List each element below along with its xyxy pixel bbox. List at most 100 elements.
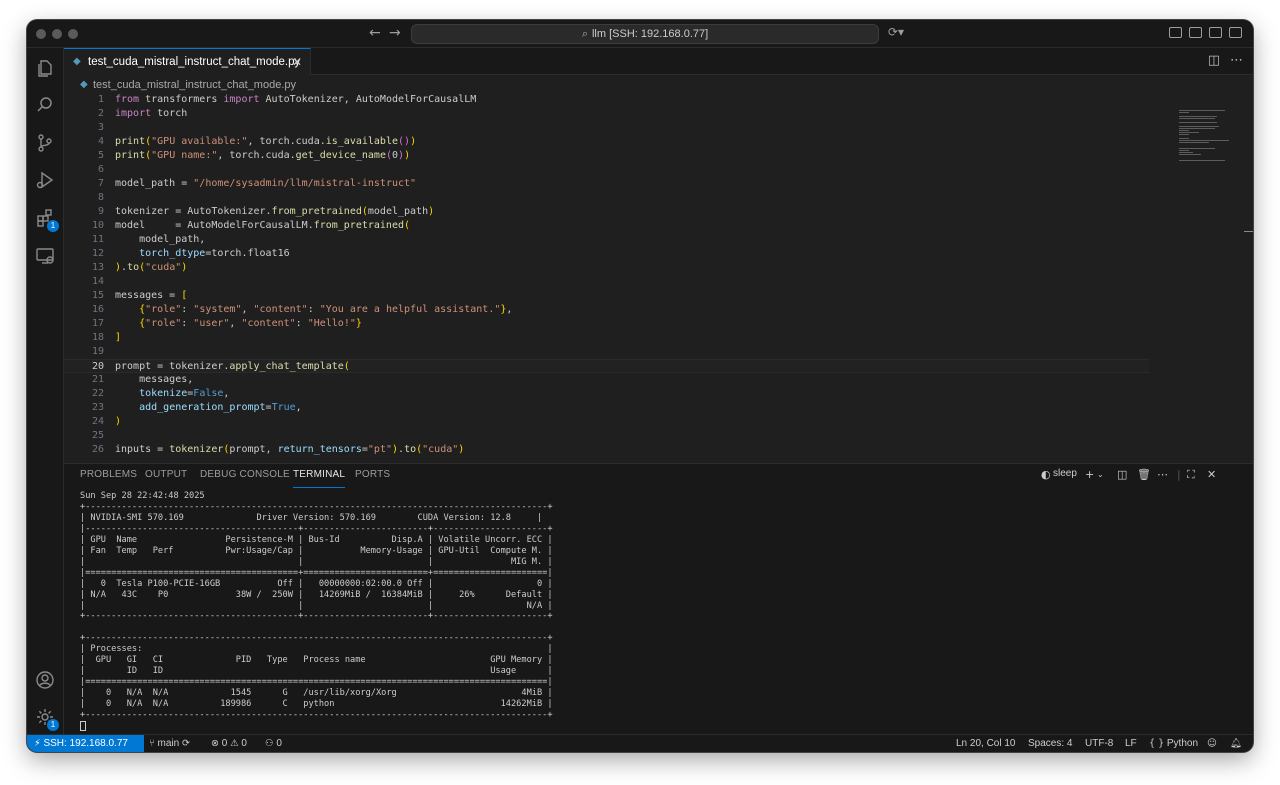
code-line[interactable]: 19 xyxy=(64,345,1149,359)
code-line[interactable]: 17 {"role": "user", "content": "Hello!"} xyxy=(64,317,1149,331)
terminal-name[interactable]: sleep xyxy=(1053,468,1077,479)
manage-gear-icon[interactable]: 1 xyxy=(35,707,59,731)
code-text: ).to("cuda") xyxy=(115,262,188,273)
more-actions-icon[interactable]: ⋯ xyxy=(1157,468,1168,481)
forward-arrow-icon[interactable]: → xyxy=(389,25,401,41)
language-mode[interactable]: { } Python xyxy=(1149,735,1198,752)
terminal-line: +---------------------------------------… xyxy=(80,611,553,622)
branch-indicator[interactable]: ⑂ main ⟳ xyxy=(149,735,190,752)
tab-problems[interactable]: PROBLEMS xyxy=(80,468,137,488)
code-line[interactable]: 11 model_path, xyxy=(64,233,1149,247)
code-line[interactable]: 3 xyxy=(64,121,1149,135)
minimize-window-button[interactable] xyxy=(52,29,62,39)
new-terminal-icon[interactable]: + xyxy=(1085,468,1094,481)
sync-icon[interactable]: ⟳ xyxy=(182,738,190,749)
code-line[interactable]: 5 print("GPU name:", torch.cuda.get_devic… xyxy=(64,149,1149,163)
tab-terminal[interactable]: TERMINAL xyxy=(293,468,346,488)
encoding[interactable]: UTF-8 xyxy=(1085,735,1113,752)
breadcrumb-file[interactable]: test_cuda_mistral_instruct_chat_mode.py xyxy=(93,79,296,91)
close-tab-icon[interactable]: ✕ xyxy=(292,49,302,75)
explorer-icon[interactable] xyxy=(35,58,55,78)
code-line[interactable]: 6 xyxy=(64,163,1149,177)
extensions-badge: 1 xyxy=(47,220,59,232)
maximize-panel-icon[interactable]: ⛶ xyxy=(1187,468,1195,482)
end-of-line[interactable]: LF xyxy=(1125,735,1137,752)
code-line[interactable]: 7 model_path = "/home/sysadmin/llm/mistra… xyxy=(64,177,1149,191)
remote-indicator[interactable]: ⚡ SSH: 192.168.0.77 xyxy=(27,735,144,752)
code-line[interactable]: 12 torch_dtype=torch.float16 xyxy=(64,247,1149,261)
split-editor-icon[interactable]: ◫ xyxy=(1208,53,1220,68)
settings-badge: 1 xyxy=(47,719,59,731)
trash-icon[interactable]: 🗑 xyxy=(1137,468,1151,481)
toggle-panel-icon[interactable] xyxy=(1209,27,1222,38)
breadcrumb[interactable]: ◆ test_cuda_mistral_instruct_chat_mode.p… xyxy=(80,77,296,93)
code-line[interactable]: 26 inputs = tokenizer(prompt, return_tens… xyxy=(64,443,1149,457)
tab-label: test_cuda_mistral_instruct_chat_mode.py xyxy=(88,56,301,68)
code-text: import torch xyxy=(115,108,188,119)
tab-ports[interactable]: PORTS xyxy=(355,468,390,488)
code-line[interactable]: 24) xyxy=(64,415,1149,429)
extensions-icon[interactable]: 1 xyxy=(35,208,59,232)
code-text: messages, xyxy=(115,374,194,385)
terminal-line: | GPU Name Persistence-M | Bus-Id Disp.A… xyxy=(80,534,553,545)
title-bar: ← → ⌕ llm [SSH: 192.168.0.77] ⟳▾ xyxy=(27,20,1253,48)
customize-layout-icon[interactable] xyxy=(1169,27,1182,38)
cursor-position[interactable]: Ln 20, Col 10 xyxy=(956,735,1016,752)
back-arrow-icon[interactable]: ← xyxy=(369,25,381,41)
problems-indicator[interactable]: ⊗ 0 ⚠ 0 xyxy=(211,735,247,752)
code-line[interactable]: 23 add_generation_prompt=True, xyxy=(64,401,1149,415)
terminal-output[interactable]: Sun Sep 28 22:42:48 2025 +---------------… xyxy=(80,491,553,733)
indentation[interactable]: Spaces: 4 xyxy=(1028,735,1072,752)
remote-explorer-icon[interactable] xyxy=(35,246,55,266)
run-and-debug-icon[interactable] xyxy=(35,170,55,190)
minimap[interactable] xyxy=(1179,110,1239,170)
status-bar: ⚡ SSH: 192.168.0.77 ⑂ main ⟳ ⊗ 0 ⚠ 0 ⚇ 0… xyxy=(27,734,1253,752)
search-icon[interactable] xyxy=(35,95,55,115)
editor-actions: ◫ ⋯ xyxy=(1208,53,1243,68)
braces-icon: { } xyxy=(1149,738,1165,749)
code-line[interactable]: 14 xyxy=(64,275,1149,289)
code-line[interactable]: 21 messages, xyxy=(64,373,1149,387)
terminal-line: | NVIDIA-SMI 570.169 Driver Version: 570… xyxy=(80,512,543,523)
copilot-status-icon[interactable]: ☺ xyxy=(1207,735,1217,752)
terminal-line: | | | N/A | xyxy=(80,600,553,611)
code-line[interactable]: 8 xyxy=(64,191,1149,205)
toggle-secondary-sidebar-icon[interactable] xyxy=(1229,27,1242,38)
code-line[interactable]: 18] xyxy=(64,331,1149,345)
zoom-window-button[interactable] xyxy=(68,29,78,39)
terminal-line: | Processes: | xyxy=(80,644,553,655)
command-center[interactable]: ⌕ llm [SSH: 192.168.0.77] xyxy=(411,24,879,44)
code-line[interactable]: 10 model = AutoModelForCausalLM.from_pret… xyxy=(64,219,1149,233)
close-window-button[interactable] xyxy=(36,29,46,39)
terminal-line: | N/A 43C P0 38W / 250W | 14269MiB / 163… xyxy=(80,589,553,600)
code-text: ] xyxy=(115,332,122,343)
code-line[interactable]: 25 xyxy=(64,429,1149,443)
copilot-icon[interactable]: ⟳▾ xyxy=(888,25,904,39)
code-line[interactable]: 1 from transformers import AutoTokenizer,… xyxy=(64,93,1149,107)
tab-test-cuda-mistral[interactable]: ◆ test_cuda_mistral_instruct_chat_mode.p… xyxy=(64,48,311,75)
code-editor[interactable]: 1 from transformers import AutoTokenizer,… xyxy=(64,93,1253,463)
close-panel-icon[interactable]: ✕ xyxy=(1207,468,1216,481)
code-line[interactable]: 4 print("GPU available:", torch.cuda.is_a… xyxy=(64,135,1149,149)
accounts-icon[interactable] xyxy=(35,670,55,690)
terminal-line: | | | MIG M. | xyxy=(80,556,553,567)
code-line[interactable]: 9 tokenizer = AutoTokenizer.from_pretrain… xyxy=(64,205,1149,219)
tab-debug-console[interactable]: DEBUG CONSOLE xyxy=(200,468,290,488)
code-line[interactable]: 16 {"role": "system", "content": "You ar… xyxy=(64,303,1149,317)
chevron-down-icon[interactable]: ⌄ xyxy=(1097,470,1104,479)
code-line-current[interactable]: 20 prompt = tokenizer.apply_chat_template… xyxy=(64,359,1149,373)
tab-output[interactable]: OUTPUT xyxy=(145,468,187,488)
code-text: prompt = tokenizer.apply_chat_template( xyxy=(115,361,350,372)
code-line[interactable]: 22 tokenize=False, xyxy=(64,387,1149,401)
notifications-bell-icon[interactable]: 🔔︎ xyxy=(1230,735,1242,752)
code-line[interactable]: 2 import torch xyxy=(64,107,1149,121)
source-control-icon[interactable] xyxy=(35,133,55,153)
ports-indicator[interactable]: ⚇ 0 xyxy=(265,735,282,752)
terminal-line: +---------------------------------------… xyxy=(80,501,553,512)
more-actions-icon[interactable]: ⋯ xyxy=(1230,53,1243,68)
split-terminal-icon[interactable]: ◫ xyxy=(1117,468,1127,481)
code-line[interactable]: 15 messages = [ xyxy=(64,289,1149,303)
terminal-line: | GPU GI CI PID Type Process name GPU Me… xyxy=(80,655,553,666)
code-line[interactable]: 13).to("cuda") xyxy=(64,261,1149,275)
toggle-primary-sidebar-icon[interactable] xyxy=(1189,27,1202,38)
